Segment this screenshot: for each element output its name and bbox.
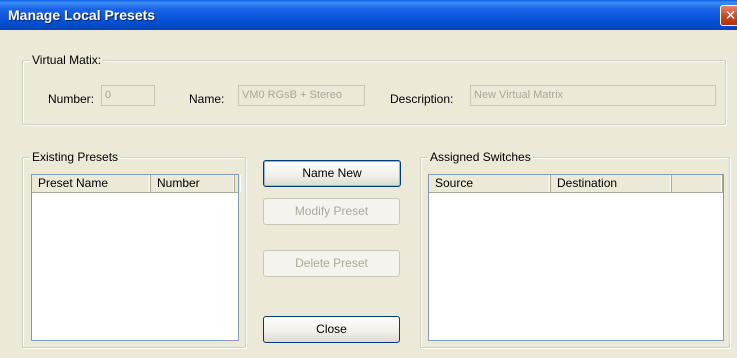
window-title: Manage Local Presets <box>8 7 156 23</box>
description-label: Description: <box>390 92 454 106</box>
close-button[interactable]: Close <box>263 316 400 343</box>
number-label: Number: <box>48 92 95 106</box>
name-field[interactable]: VM0 RGsB + Stereo <box>238 85 365 106</box>
delete-preset-button[interactable]: Delete Preset <box>263 250 400 277</box>
existing-presets-list[interactable]: Preset Name Number <box>31 174 239 341</box>
virtual-matrix-legend: Virtual Matix: <box>30 53 104 67</box>
name-label: Name: <box>189 92 225 106</box>
column-header-source[interactable]: Source <box>429 175 551 192</box>
column-header-destination[interactable]: Destination <box>551 175 672 192</box>
column-header-number[interactable]: Number <box>151 175 235 192</box>
column-header-empty[interactable] <box>235 175 241 192</box>
existing-presets-legend: Existing Presets <box>30 150 121 164</box>
name-new-button[interactable]: Name New <box>263 160 401 187</box>
number-field[interactable]: 0 <box>101 85 155 106</box>
assigned-switches-header: Source Destination <box>429 175 723 193</box>
title-bar[interactable]: Manage Local Presets ✕ <box>0 0 737 30</box>
manage-local-presets-dialog: Manage Local Presets ✕ Virtual Matix: Nu… <box>0 0 737 358</box>
assigned-switches-list[interactable]: Source Destination <box>428 174 724 341</box>
column-header-extra[interactable] <box>672 175 723 192</box>
modify-preset-button[interactable]: Modify Preset <box>263 198 400 225</box>
existing-presets-header: Preset Name Number <box>32 175 238 193</box>
close-window-button[interactable]: ✕ <box>720 5 737 26</box>
description-field[interactable]: New Virtual Matrix <box>470 85 716 106</box>
assigned-switches-legend: Assigned Switches <box>428 150 533 164</box>
column-header-preset-name[interactable]: Preset Name <box>32 175 151 192</box>
